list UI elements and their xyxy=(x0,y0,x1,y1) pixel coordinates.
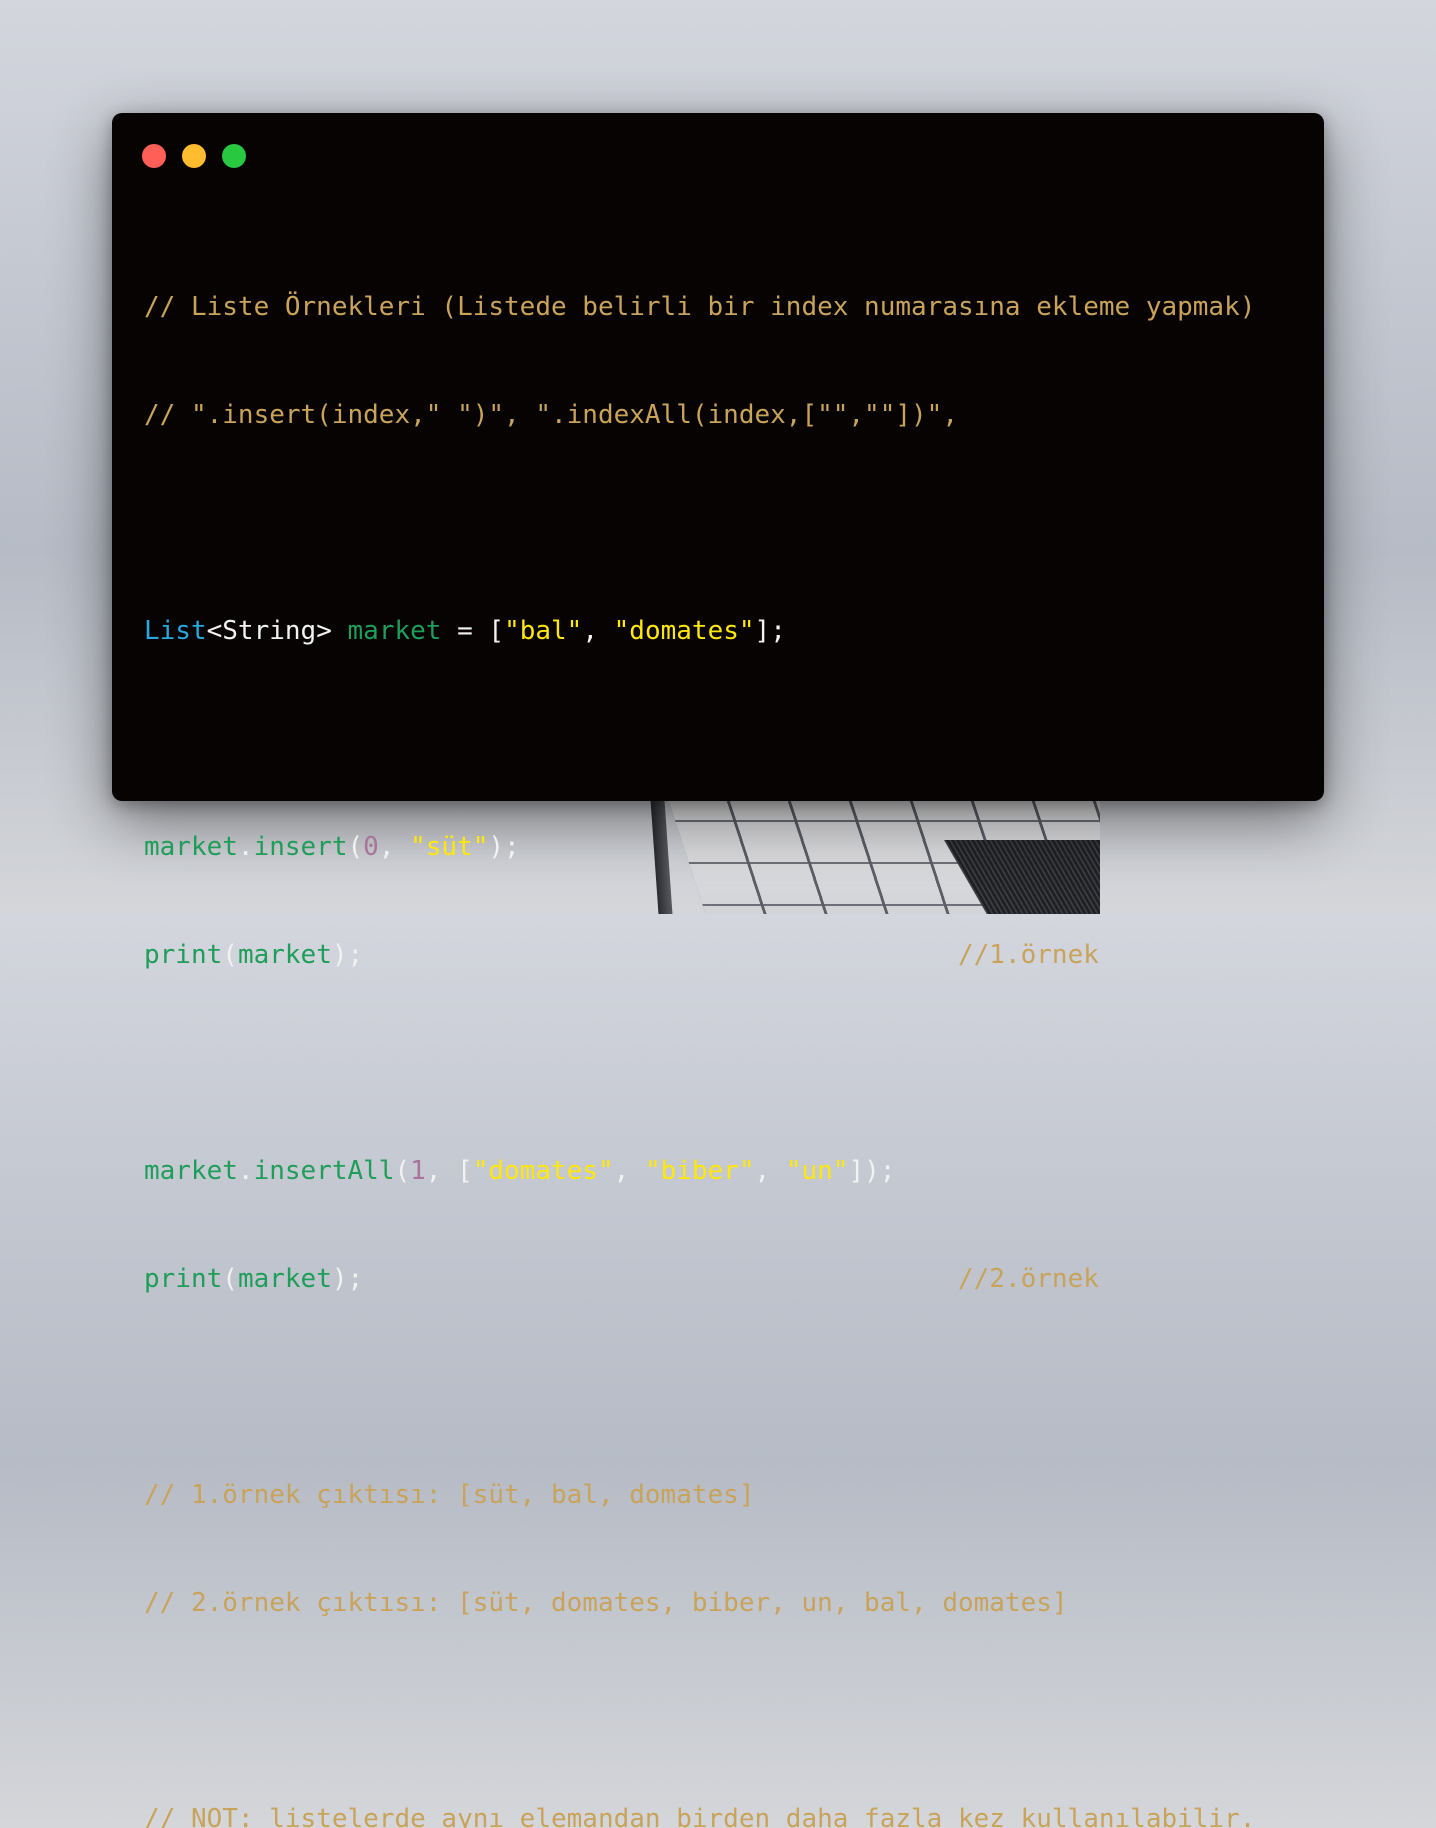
close-button[interactable] xyxy=(142,144,166,168)
code-line-insert: market.insert(0, "süt"); xyxy=(144,832,520,862)
code-block: // Liste Örnekleri (Listede belirli bir … xyxy=(144,217,1255,1828)
minimize-button[interactable] xyxy=(182,144,206,168)
code-line-print-2: print(market); //2.örnek xyxy=(144,1264,1099,1294)
code-line-insert-all: market.insertAll(1, ["domates", "biber",… xyxy=(144,1156,896,1186)
maximize-button[interactable] xyxy=(222,144,246,168)
code-line-output-2: // 2.örnek çıktısı: [süt, domates, biber… xyxy=(144,1588,1068,1618)
code-line-note: // NOT: listelerde aynı elemandan birden… xyxy=(144,1804,1256,1828)
code-line-print-1: print(market); //1.örnek xyxy=(144,940,1099,970)
code-line-comment-2: // ".insert(index," ")", ".indexAll(inde… xyxy=(144,400,958,430)
code-line-output-1: // 1.örnek çıktısı: [süt, bal, domates] xyxy=(144,1480,755,1510)
code-line-declaration: List<String> market = ["bal", "domates"]… xyxy=(144,616,786,646)
code-window: // Liste Örnekleri (Listede belirli bir … xyxy=(112,113,1324,1828)
code-line-comment-1: // Liste Örnekleri (Listede belirli bir … xyxy=(144,292,1256,322)
